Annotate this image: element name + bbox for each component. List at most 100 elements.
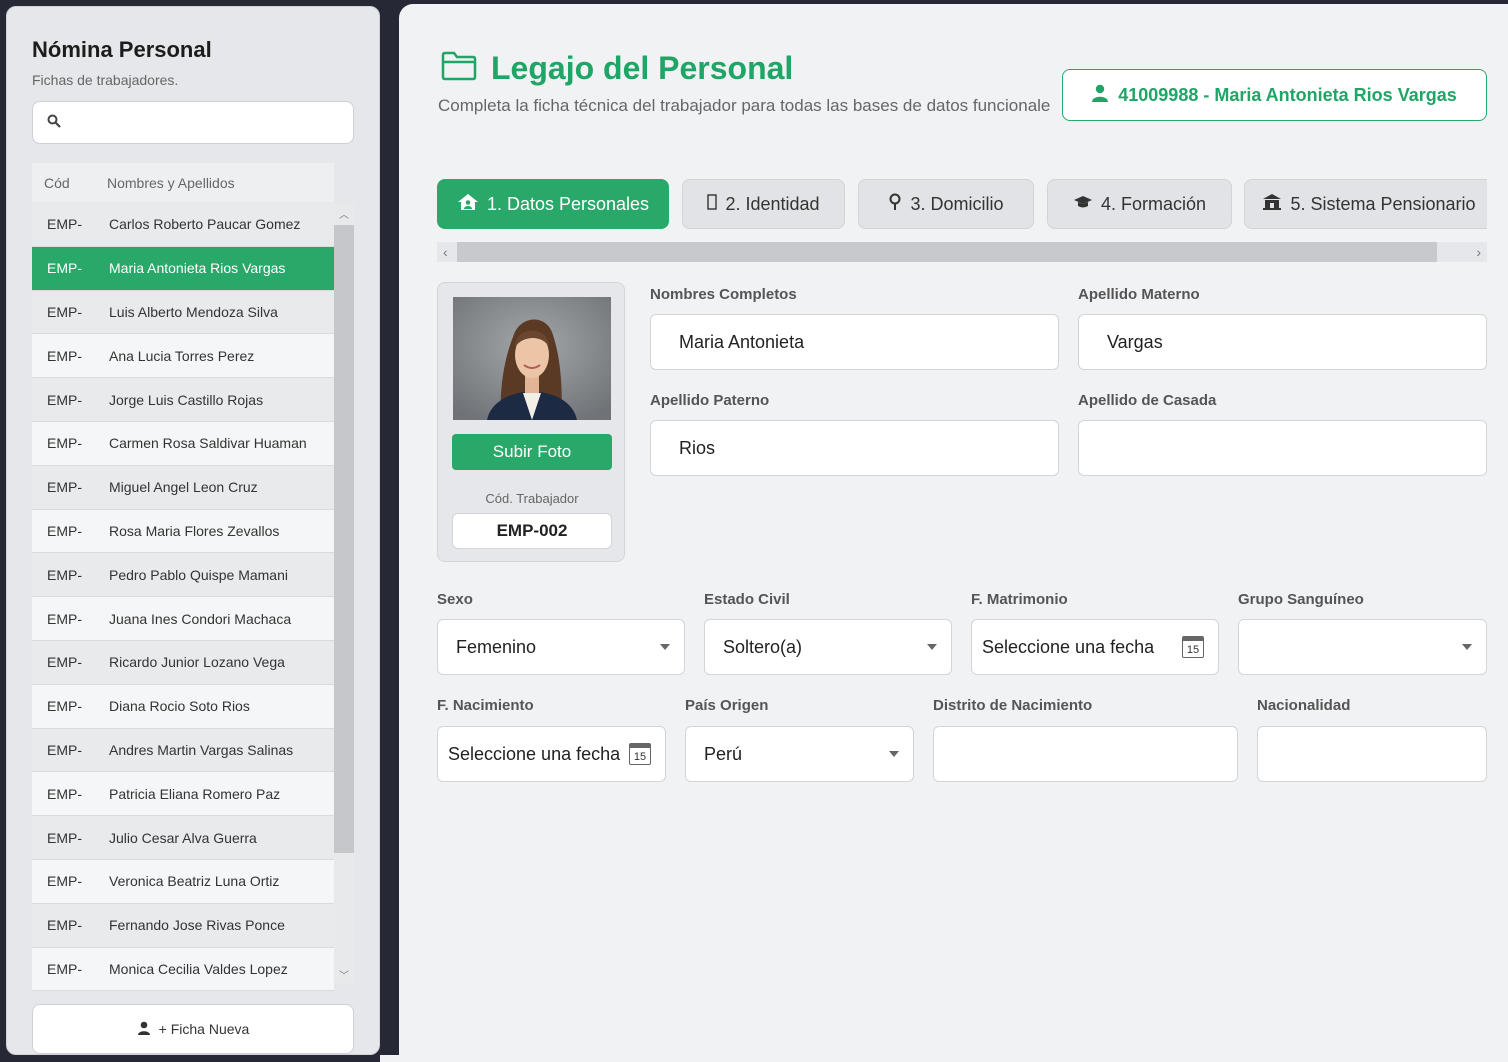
- table-row[interactable]: EMP- Andres Martin Vargas Salinas: [32, 728, 334, 773]
- row-name: Miguel Angel Leon Cruz: [109, 479, 258, 496]
- row-name: Carmen Rosa Saldivar Huaman: [109, 435, 307, 452]
- page-title: Legajo del Personal: [441, 50, 793, 87]
- paterno-label: Apellido Paterno: [650, 392, 770, 409]
- row-name: Carlos Roberto Paucar Gomez: [109, 216, 301, 233]
- folder-icon: [441, 51, 477, 86]
- scroll-right-icon[interactable]: ›: [1476, 244, 1481, 260]
- row-name: Pedro Pablo Quispe Mamani: [109, 566, 288, 583]
- tabs-scrollbar[interactable]: ‹ ›: [437, 242, 1487, 262]
- tab-domicilio[interactable]: 3. Domicilio: [858, 179, 1034, 229]
- tab-identidad[interactable]: 2. Identidad: [682, 179, 845, 229]
- nombres-label: Nombres Completos: [650, 286, 797, 303]
- row-code: EMP-: [47, 522, 82, 539]
- table-header: Cód Nombres y Apellidos: [32, 163, 334, 202]
- table-row[interactable]: EMP- Fernando Jose Rivas Ponce: [32, 903, 334, 948]
- f-nacimiento-datepicker[interactable]: Seleccione una fecha 15: [437, 726, 666, 782]
- grupo-sanguineo-select[interactable]: [1238, 619, 1487, 675]
- tab-sistema-pensionario[interactable]: 5. Sistema Pensionario: [1244, 179, 1487, 229]
- estado-civil-value: Soltero(a): [723, 636, 803, 657]
- scrollbar-thumb[interactable]: [334, 225, 354, 853]
- casada-input[interactable]: [1078, 420, 1487, 476]
- paterno-input[interactable]: Rios: [650, 420, 1059, 476]
- scroll-left-icon[interactable]: ‹: [443, 244, 448, 260]
- table-row[interactable]: EMP- Ana Lucia Torres Perez: [32, 334, 334, 379]
- f-nacimiento-label: F. Nacimiento: [437, 697, 534, 714]
- table-row[interactable]: EMP- Maria Antonieta Rios Vargas: [32, 246, 334, 291]
- table-row[interactable]: EMP- Rosa Maria Flores Zevallos: [32, 509, 334, 554]
- tab-label: 4. Formación: [1100, 193, 1207, 214]
- table-row[interactable]: EMP- Carlos Roberto Paucar Gomez: [32, 203, 334, 247]
- employee-photo: [453, 297, 611, 420]
- materno-label: Apellido Materno: [1078, 286, 1200, 303]
- scroll-up-icon[interactable]: ︿: [334, 206, 354, 221]
- row-code: EMP-: [47, 610, 82, 627]
- search-input[interactable]: [69, 102, 353, 143]
- table-row[interactable]: EMP- Monica Cecilia Valdes Lopez: [32, 947, 334, 992]
- calendar-icon[interactable]: 15: [629, 743, 651, 765]
- row-name: Andres Martin Vargas Salinas: [109, 741, 294, 758]
- graduation-cap-icon: [1073, 194, 1093, 215]
- pais-origen-value: Perú: [704, 743, 743, 764]
- table-row[interactable]: EMP- Luis Alberto Mendoza Silva: [32, 290, 334, 335]
- main-panel: Legajo del Personal Completa la ficha té…: [399, 4, 1508, 1062]
- row-name: Veronica Beatriz Luna Ortiz: [109, 873, 280, 890]
- row-code: EMP-: [47, 566, 82, 583]
- bank-icon: [1262, 193, 1282, 216]
- header-name: Nombres y Apellidos: [107, 174, 235, 191]
- tab-label: 1. Datos Personales: [486, 193, 650, 214]
- f-matrimonio-value: Seleccione una fecha: [982, 636, 1155, 657]
- table-scrollbar[interactable]: ︿ ﹀: [334, 203, 354, 985]
- table-row[interactable]: EMP- Patricia Eliana Romero Paz: [32, 772, 334, 817]
- row-code: EMP-: [47, 479, 82, 496]
- row-code: EMP-: [47, 654, 82, 671]
- estado-civil-label: Estado Civil: [704, 591, 790, 608]
- row-code: EMP-: [47, 873, 82, 890]
- row-code: EMP-: [47, 829, 82, 846]
- tab-formacion[interactable]: 4. Formación: [1047, 179, 1232, 229]
- table-row[interactable]: EMP- Carmen Rosa Saldivar Huaman: [32, 421, 334, 466]
- table-row[interactable]: EMP- Miguel Angel Leon Cruz: [32, 465, 334, 510]
- page-subtitle: Completa la ficha técnica del trabajador…: [438, 96, 1051, 115]
- upload-photo-button[interactable]: Subir Foto: [452, 434, 612, 470]
- chevron-down-icon: [889, 751, 899, 757]
- tab-bar: 1. Datos Personales 2. Identidad 3. Domi…: [437, 179, 1487, 229]
- estado-civil-select[interactable]: Soltero(a): [704, 619, 952, 675]
- header-code: Cód: [44, 174, 70, 191]
- table-row[interactable]: EMP- Diana Rocio Soto Rios: [32, 684, 334, 729]
- worker-code-value: EMP-002: [452, 513, 612, 549]
- row-code: EMP-: [47, 698, 82, 715]
- scrollbar-thumb[interactable]: [457, 242, 1437, 262]
- f-matrimonio-datepicker[interactable]: Seleccione una fecha 15: [971, 619, 1219, 675]
- new-record-button[interactable]: + Ficha Nueva: [32, 1004, 354, 1054]
- row-name: Fernando Jose Rivas Ponce: [109, 917, 285, 934]
- table-row[interactable]: EMP- Julio Cesar Alva Guerra: [32, 816, 334, 860]
- employee-table: Cód Nombres y Apellidos EMP- Carlos Rober…: [32, 163, 354, 992]
- casada-label: Apellido de Casada: [1078, 392, 1217, 409]
- scroll-down-icon[interactable]: ﹀: [334, 967, 354, 982]
- map-pin-icon: [888, 193, 902, 216]
- sidebar-title: Nómina Personal: [32, 37, 212, 62]
- row-code: EMP-: [47, 347, 82, 364]
- row-code: EMP-: [47, 260, 82, 277]
- table-row[interactable]: EMP- Pedro Pablo Quispe Mamani: [32, 553, 334, 598]
- distrito-label: Distrito de Nacimiento: [933, 697, 1093, 714]
- materno-input[interactable]: Vargas: [1078, 314, 1487, 370]
- table-row[interactable]: EMP- Ricardo Junior Lozano Vega: [32, 640, 334, 685]
- calendar-icon[interactable]: 15: [1182, 636, 1204, 658]
- nacionalidad-label: Nacionalidad: [1257, 697, 1351, 714]
- table-row[interactable]: EMP- Veronica Beatriz Luna Ortiz: [32, 859, 334, 904]
- sexo-select[interactable]: Femenino: [437, 619, 685, 675]
- distrito-input[interactable]: [933, 726, 1238, 782]
- nombres-input[interactable]: Maria Antonieta: [650, 314, 1059, 370]
- search-box[interactable]: [32, 101, 354, 144]
- employee-badge-text: 41009988 - Maria Antonieta Rios Vargas: [1118, 84, 1457, 105]
- tab-datos-personales[interactable]: 1. Datos Personales: [437, 179, 669, 229]
- table-row[interactable]: EMP- Juana Ines Condori Machaca: [32, 597, 334, 641]
- nacionalidad-input[interactable]: [1257, 726, 1487, 782]
- row-code: EMP-: [47, 960, 82, 977]
- table-row[interactable]: EMP- Jorge Luis Castillo Rojas: [32, 378, 334, 422]
- pais-origen-select[interactable]: Perú: [685, 726, 914, 782]
- house-user-icon: [457, 193, 479, 216]
- f-nacimiento-value: Seleccione una fecha: [448, 743, 621, 764]
- tab-label: 5. Sistema Pensionario: [1290, 193, 1476, 214]
